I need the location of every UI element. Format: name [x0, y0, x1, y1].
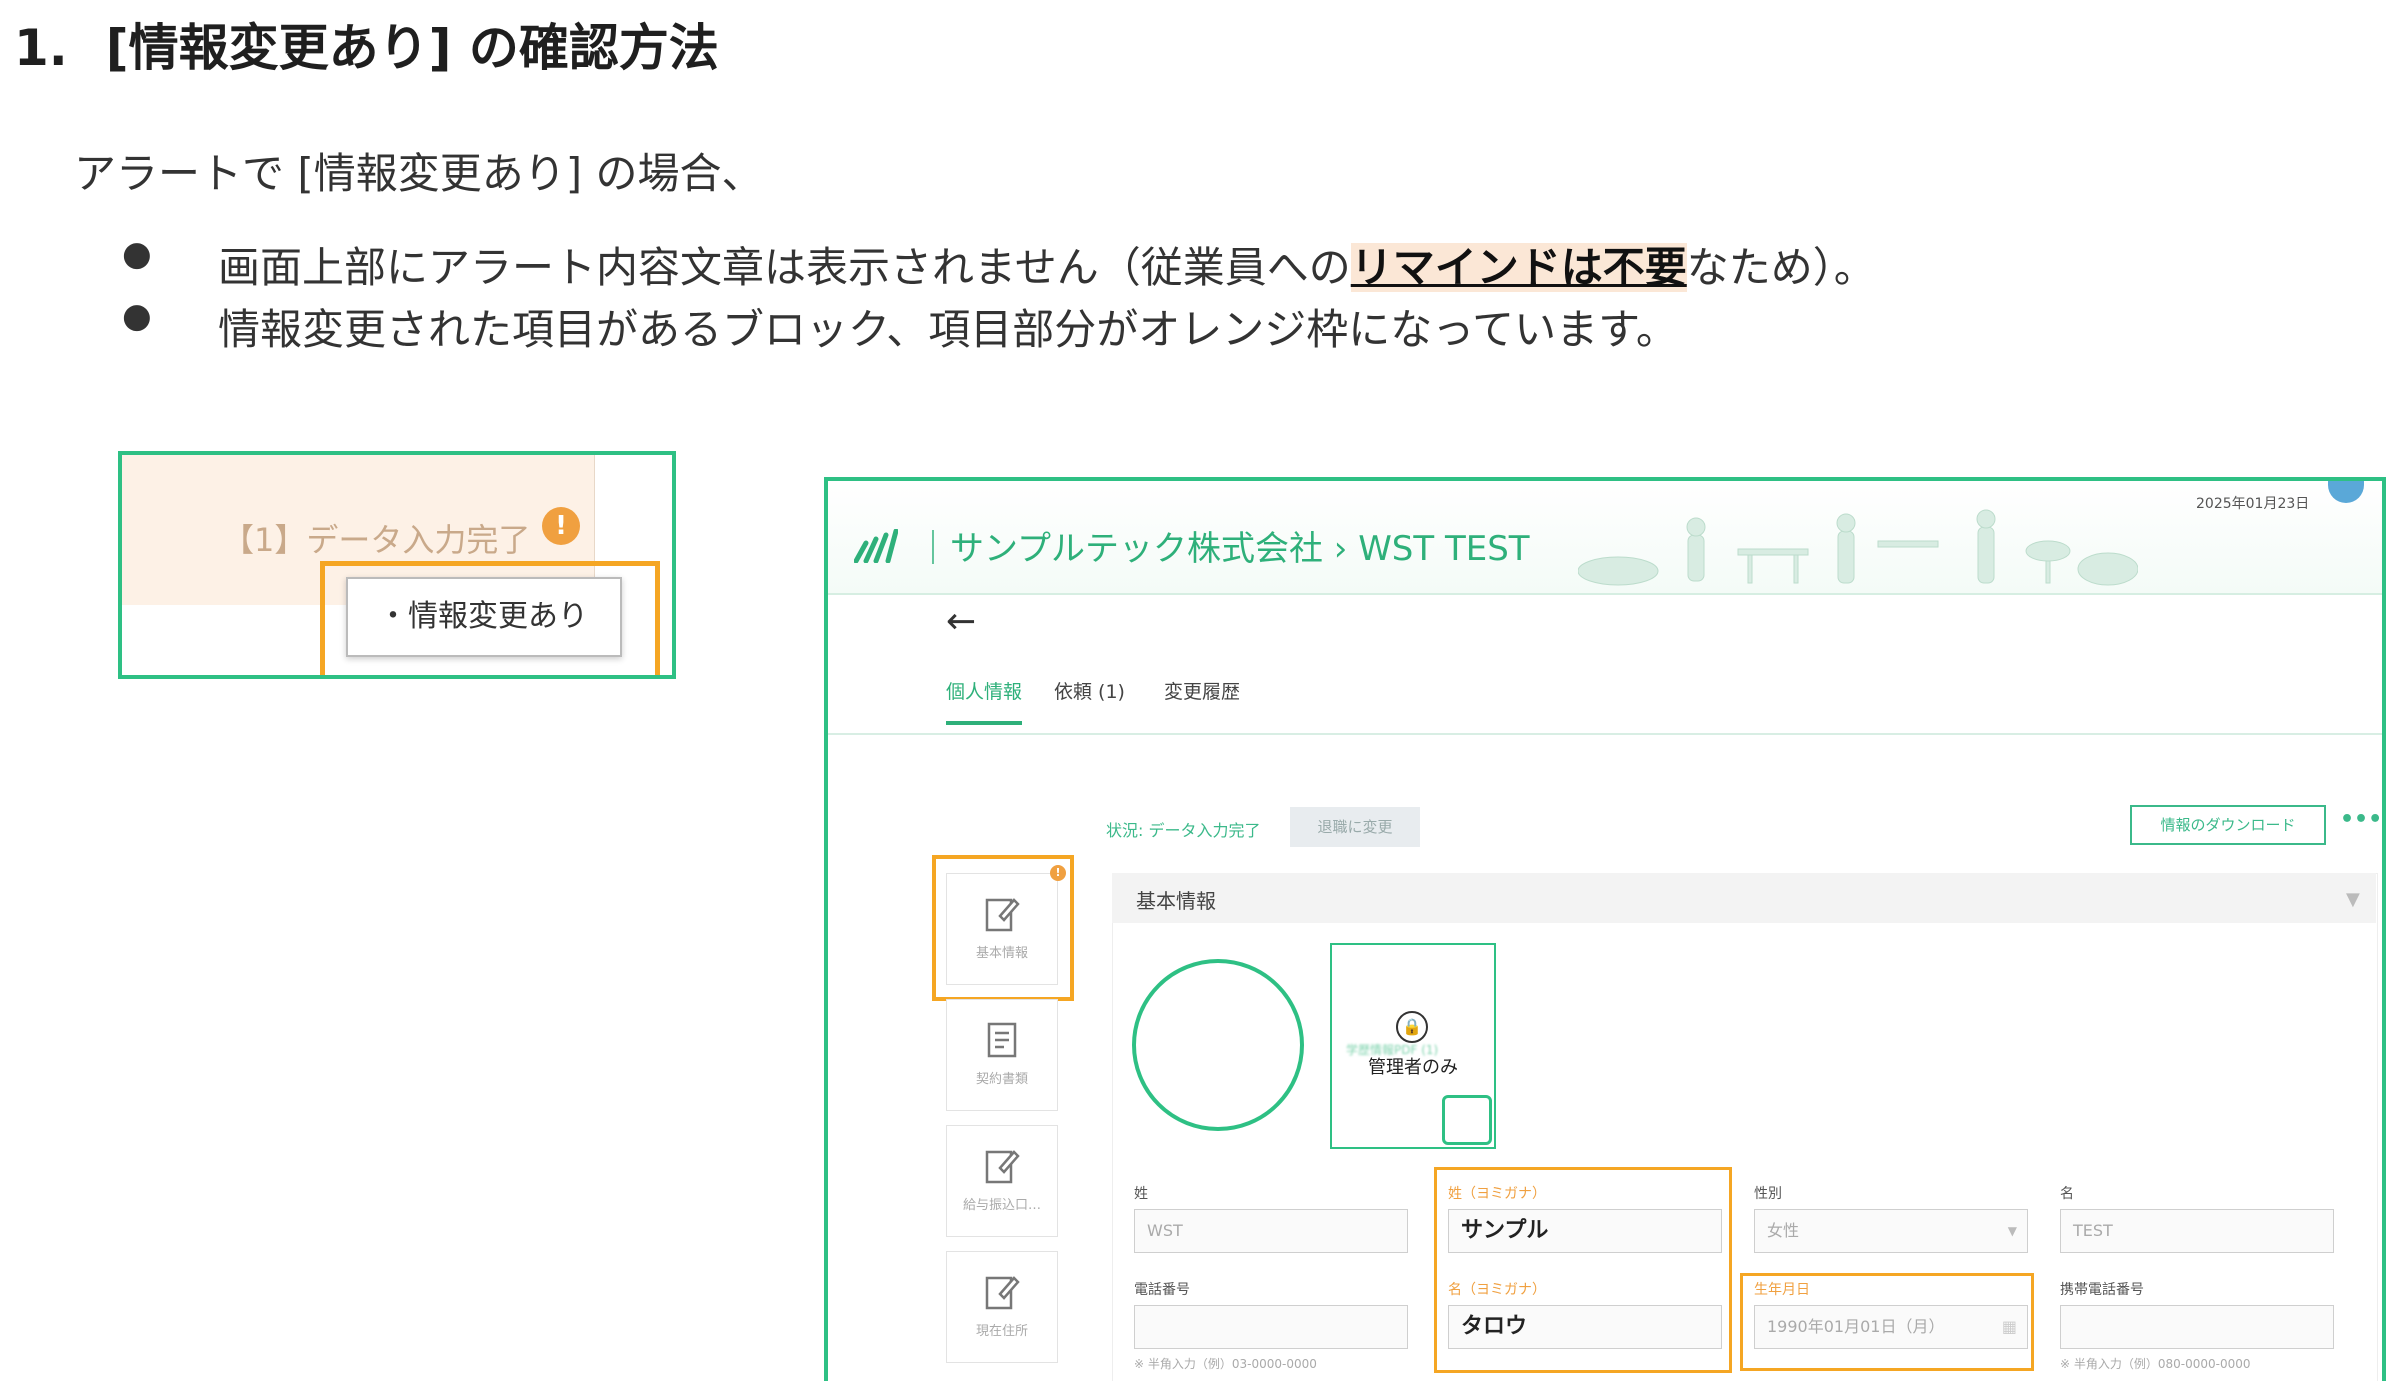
first-name-label: 名 — [2060, 1186, 2074, 1202]
more-menu-icon[interactable]: ••• — [2340, 807, 2382, 832]
mobile-field[interactable] — [2060, 1305, 2334, 1349]
active-tab-indicator — [946, 721, 1022, 725]
bullet-text: 情報変更された項目があるブロック、項目部分がオレンジ枠になっています。 — [218, 305, 1678, 354]
panel-title: 基本情報 — [1136, 889, 1216, 913]
step-label: 【1】データ入力完了 — [222, 521, 531, 559]
side-item-bank-account[interactable]: 給与振込口… — [946, 1125, 1058, 1237]
side-item-label: 契約書類 — [975, 1072, 1028, 1087]
warning-icon[interactable]: ! — [542, 507, 580, 545]
bullet-text: 画面上部にアラート内容文章は表示されません（従業員へのリマインドは不要なため）。 — [218, 243, 1876, 292]
highlight-text: リマインドは不要 — [1350, 243, 1687, 292]
employee-screen-screenshot: ｜サンプルテック株式会社 › WST TEST 2025年01月23日 ← 個人… — [824, 477, 2386, 1381]
last-kana-label: 姓（ヨミガナ） — [1448, 1186, 1546, 1202]
phone-field[interactable] — [1134, 1305, 1408, 1349]
calendar-icon[interactable]: ▦ — [2002, 1306, 2017, 1348]
tab-change-history[interactable]: 変更履歴 — [1164, 677, 1240, 704]
app-header: ｜サンプルテック株式会社 › WST TEST 2025年01月23日 — [828, 481, 2382, 595]
company-breadcrumb[interactable]: ｜サンプルテック株式会社 › WST TEST — [916, 521, 1530, 570]
chevron-down-icon: ▼ — [2007, 1224, 2017, 1238]
change-badge: ! — [1050, 865, 1066, 881]
section-heading: 1. [情報変更あり] の確認方法 — [14, 8, 719, 80]
side-item-address[interactable]: 現在住所 — [946, 1251, 1058, 1363]
edit-document-icon — [985, 1150, 1020, 1184]
user-avatar[interactable] — [2328, 481, 2364, 503]
chevron-down-icon[interactable]: ▼ — [2346, 889, 2360, 910]
phone-label: 電話番号 — [1134, 1282, 1190, 1298]
section-title: [情報変更あり] の確認方法 — [105, 19, 719, 77]
retire-button[interactable]: 退職に変更 — [1290, 807, 1420, 847]
gender-label: 性別 — [1754, 1186, 1782, 1202]
profile-photo[interactable] — [1132, 959, 1304, 1131]
company-logo-icon — [854, 529, 898, 563]
phone-hint: ※ 半角入力（例）03-0000-0000 — [1134, 1357, 1317, 1371]
tab-bar: 個人情報 依頼 (1) 変更履歴 — [828, 677, 2382, 735]
panel-header[interactable] — [1112, 873, 2376, 923]
tab-requests[interactable]: 依頼 (1) — [1054, 677, 1125, 704]
side-item-contracts[interactable]: 契約書類 — [946, 999, 1058, 1111]
first-name-field[interactable]: TEST — [2060, 1209, 2334, 1253]
birthdate-value: 1990年01月01日（月） — [1767, 1317, 1945, 1336]
bullet-dot: ● — [122, 296, 152, 336]
gender-value: 女性 — [1767, 1221, 1800, 1240]
side-item-label: 給与振込口… — [962, 1198, 1041, 1213]
last-name-label: 姓 — [1134, 1186, 1148, 1202]
section-number: 1. — [14, 19, 68, 77]
edit-document-icon — [985, 1276, 1020, 1310]
first-kana-field[interactable]: タロウ — [1448, 1305, 1722, 1349]
bullet-item: ● 情報変更された項目があるブロック、項目部分がオレンジ枠になっています。 — [122, 296, 2322, 354]
mobile-hint: ※ 半角入力（例）080-0000-0000 — [2060, 1357, 2251, 1371]
tab-personal-info[interactable]: 個人情報 — [946, 677, 1022, 704]
download-button[interactable]: 情報のダウンロード — [2130, 805, 2326, 845]
mobile-label: 携帯電話番号 — [2060, 1282, 2144, 1298]
lock-icon: 🔒 — [1396, 1011, 1428, 1043]
bullet-item: ● 画面上部にアラート内容文章は表示されません（従業員へのリマインドは不要なため… — [122, 234, 2322, 292]
alert-tooltip: ・情報変更あり — [346, 577, 622, 657]
first-kana-label: 名（ヨミガナ） — [1448, 1282, 1546, 1298]
intro-text: アラートで [情報変更あり] の場合、 — [74, 149, 764, 198]
back-arrow-icon[interactable]: ← — [946, 601, 976, 642]
header-illustration — [1578, 509, 2138, 586]
gender-select[interactable]: 女性 ▼ — [1754, 1209, 2028, 1253]
last-kana-field[interactable]: サンプル — [1448, 1209, 1722, 1253]
last-name-field[interactable]: WST — [1134, 1209, 1408, 1253]
admin-only-label: 管理者のみ — [1368, 1057, 1458, 1078]
document-thumbnail — [1442, 1095, 1492, 1145]
side-item-label: 現在住所 — [975, 1324, 1028, 1339]
bullet-dot: ● — [122, 234, 152, 274]
header-date: 2025年01月23日 — [2196, 496, 2310, 512]
status-text: 状況: データ入力完了 — [1106, 821, 1261, 840]
birthdate-label: 生年月日 — [1754, 1282, 1810, 1298]
alert-screenshot: 【1】データ入力完了 ! ・情報変更あり — [118, 451, 676, 679]
birthdate-field[interactable]: 1990年01月01日（月） ▦ — [1754, 1305, 2028, 1349]
document-card[interactable]: 学歴情報PDF (1) 🔒 管理者のみ — [1330, 943, 1496, 1149]
document-list-icon — [987, 1022, 1017, 1058]
